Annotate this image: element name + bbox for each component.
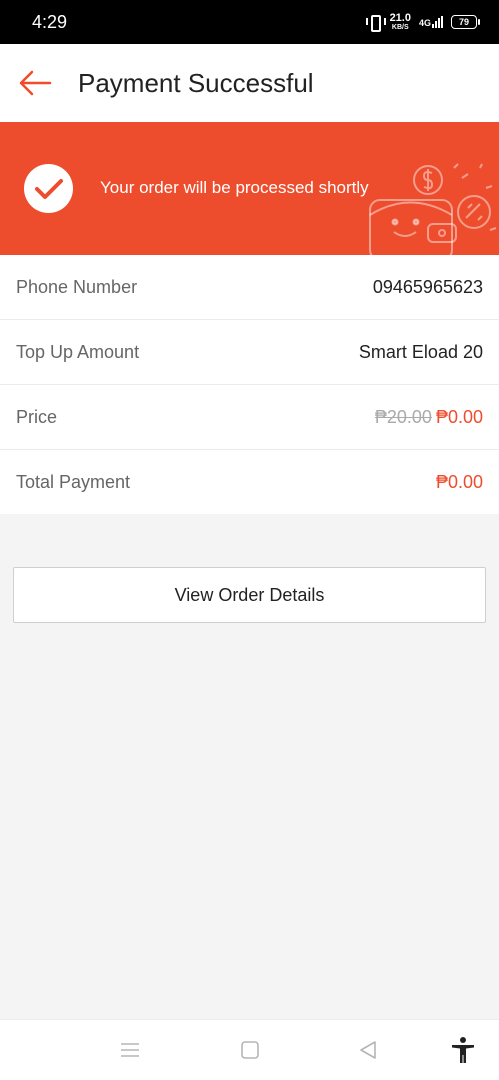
- topup-amount-row: Top Up Amount Smart Eload 20: [0, 320, 499, 385]
- price-values: ₱20.00 ₱0.00: [375, 407, 483, 428]
- price-label: Price: [16, 406, 58, 427]
- back-button[interactable]: [0, 44, 70, 122]
- total-payment-row: Total Payment ₱0.00: [0, 450, 499, 514]
- price-row: Price ₱20.00 ₱0.00: [0, 385, 499, 450]
- home-square-icon[interactable]: [236, 1036, 264, 1064]
- page-title: Payment Successful: [78, 67, 314, 98]
- battery-level: 79: [458, 17, 469, 27]
- app-header: Payment Successful: [0, 44, 499, 122]
- phone-number-row: Phone Number 09465965623: [0, 255, 499, 320]
- topup-amount-label: Top Up Amount: [16, 341, 140, 362]
- back-triangle-icon[interactable]: [354, 1036, 382, 1064]
- wallet-illustration-icon: [369, 163, 497, 255]
- back-arrow-icon: [19, 70, 52, 96]
- system-nav-bar: [0, 1019, 499, 1080]
- battery-icon: 79: [451, 15, 480, 29]
- check-circle-icon: [24, 164, 73, 213]
- signal-icon: 4G: [419, 16, 443, 28]
- phone-number-value: 09465965623: [372, 276, 483, 297]
- phone-number-label: Phone Number: [16, 276, 138, 297]
- banner-message: Your order will be processed shortly: [100, 178, 369, 197]
- vibrate-icon: [365, 14, 386, 32]
- view-order-details-button[interactable]: View Order Details: [13, 567, 486, 623]
- total-payment-label: Total Payment: [16, 471, 131, 492]
- payment-details: Phone Number 09465965623 Top Up Amount S…: [0, 255, 499, 514]
- status-icons: 21.0 KB/S 4G 79: [365, 12, 480, 32]
- success-banner: Your order will be processed shortly: [0, 122, 499, 255]
- menu-icon[interactable]: [116, 1036, 144, 1064]
- total-payment-value: ₱0.00: [435, 471, 483, 492]
- status-time: 4:29: [32, 11, 68, 32]
- network-type: 4G: [418, 18, 431, 28]
- topup-amount-value: Smart Eload 20: [358, 341, 483, 362]
- network-speed: 21.0 KB/S: [389, 12, 411, 32]
- accessibility-icon[interactable]: [449, 1036, 477, 1064]
- status-bar: 4:29 21.0 KB/S 4G 79: [0, 0, 499, 44]
- network-speed-unit: KB/S: [391, 24, 409, 31]
- final-price: ₱0.00: [435, 406, 483, 427]
- original-price: ₱20.00: [374, 406, 432, 427]
- network-speed-value: 21.0: [389, 12, 411, 24]
